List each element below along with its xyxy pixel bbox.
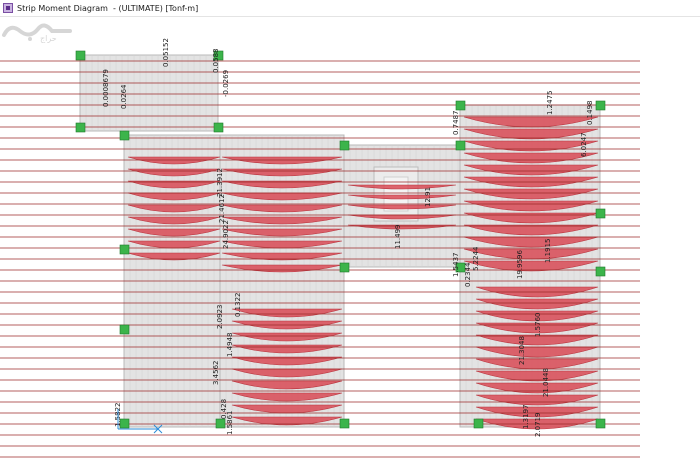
moment-value-label: 0.0008679 [102, 69, 110, 107]
column-support-icon[interactable] [455, 100, 466, 111]
column-support-icon[interactable] [339, 140, 350, 151]
moment-value-label: 11.499 [394, 225, 402, 250]
moment-value-label: 1.5437 [452, 253, 460, 278]
model-canvas[interactable]: 0.05152 0.0588 0.0264 0.0008679 -0.0269 0.748… [0, 17, 700, 467]
moment-value-label: 21.0448 [542, 368, 550, 397]
moment-value-label: 0.05152 [162, 38, 170, 67]
column-support-icon[interactable] [75, 122, 86, 133]
column-support-icon[interactable] [119, 324, 130, 335]
moment-value-label: 1.1915 [544, 239, 552, 264]
moment-value-label: 0.7487 [452, 111, 460, 136]
moment-value-label: 1.5861 [226, 411, 234, 436]
moment-value-label: 6.0247 [580, 133, 588, 158]
moment-value-label: 3.4562 [212, 361, 220, 386]
watermark-text: حراج [40, 34, 57, 43]
column-support-icon[interactable] [339, 262, 350, 273]
column-support-icon[interactable] [119, 130, 130, 141]
column-support-icon[interactable] [473, 418, 484, 429]
moment-value-label: 1.5760 [534, 313, 542, 338]
moment-value-label: 21.3912 [216, 168, 224, 197]
moment-value-label: 24.9022 [222, 220, 230, 249]
column-support-icon[interactable] [595, 208, 606, 219]
moment-value-label: 1.2475 [546, 91, 554, 116]
moment-value-label: 2.0923 [216, 305, 224, 330]
moment-value-label: 19.9596 [516, 250, 524, 279]
moment-value-label: 0.0264 [120, 84, 128, 109]
moment-value-label: 1.3197 [522, 405, 530, 430]
moment-value-label: 0.2344 [464, 262, 472, 287]
moment-value-label: -0.0269 [222, 70, 230, 97]
slab-openings [373, 166, 419, 222]
window-title: Strip Moment Diagram - (ULTIMATE) [Tonf-… [17, 3, 199, 13]
moment-value-label: 21.4612 [218, 194, 226, 223]
moment-value-label: 0.1498 [586, 101, 594, 126]
column-support-icon[interactable] [455, 140, 466, 151]
moment-value-label: 1.4948 [226, 333, 234, 358]
column-support-icon[interactable] [215, 418, 226, 429]
moment-value-label: 12.91 [424, 187, 432, 207]
column-support-icon[interactable] [595, 100, 606, 111]
column-support-icon[interactable] [595, 266, 606, 277]
column-support-icon[interactable] [75, 50, 86, 61]
column-support-icon[interactable] [119, 244, 130, 255]
slab-region [79, 54, 219, 132]
moment-value-label: 0.0588 [212, 49, 220, 74]
strip-moment-drawing[interactable]: 0.05152 0.0588 0.0264 0.0008679 -0.0269 0.748… [0, 17, 700, 467]
column-support-icon[interactable] [213, 122, 224, 133]
title-bar[interactable]: Strip Moment Diagram - (ULTIMATE) [Tonf-… [0, 0, 700, 17]
moment-value-label: 21.3048 [518, 336, 526, 365]
column-support-icon[interactable] [595, 418, 606, 429]
haraj-watermark-icon: حراج [2, 23, 72, 43]
strip-diagram-app-icon [3, 3, 13, 13]
moment-value-label: 5.2244 [472, 246, 480, 271]
moment-value-label: 0.1322 [234, 293, 242, 318]
column-support-icon[interactable] [339, 418, 350, 429]
moment-value-label: 2.0719 [534, 413, 542, 438]
